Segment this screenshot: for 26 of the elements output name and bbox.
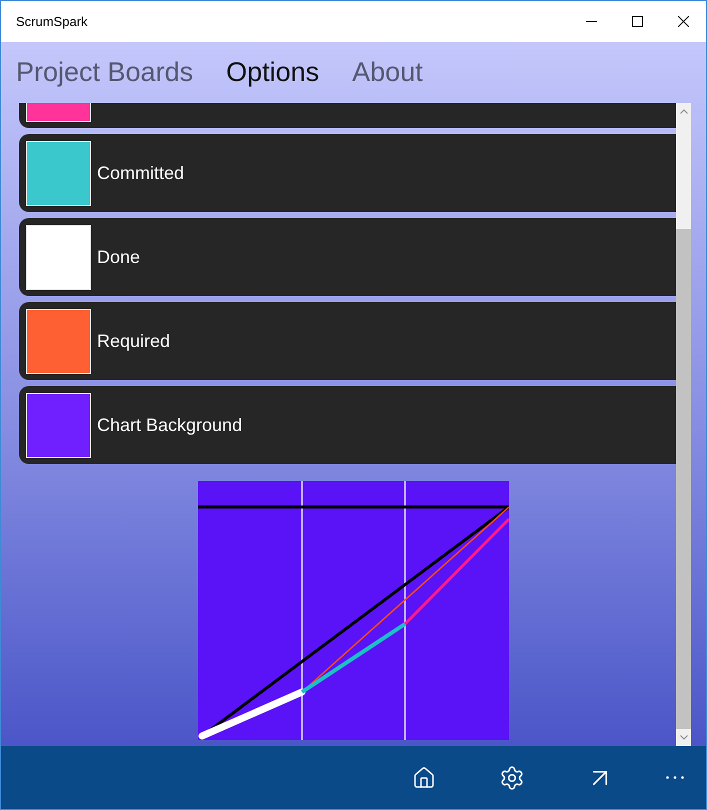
close-icon <box>678 16 688 27</box>
color-label: Done <box>97 246 140 268</box>
settings-icon <box>499 764 525 790</box>
color-swatch[interactable] <box>26 224 91 290</box>
minimize-icon <box>586 21 596 22</box>
scroll-down-icon[interactable] <box>680 735 688 740</box>
more-icon <box>666 776 684 779</box>
scrollbar[interactable] <box>676 103 691 746</box>
tab[interactable]: Project Boards <box>16 59 194 86</box>
color-swatch[interactable] <box>26 392 91 458</box>
color-setting-row[interactable]: Done <box>19 218 676 296</box>
scrollbar-thumb[interactable] <box>676 229 691 729</box>
window-title: ScrumSpark <box>16 12 88 31</box>
color-setting-row[interactable]: Committed <box>19 134 676 212</box>
maximize-icon <box>632 16 642 27</box>
color-label: Required <box>97 330 170 353</box>
color-setting-row[interactable]: Required <box>19 302 676 380</box>
color-label: Committed <box>97 162 184 184</box>
color-swatch[interactable] <box>26 308 91 374</box>
scroll-up-icon[interactable] <box>680 108 688 114</box>
home-icon <box>412 766 436 790</box>
tab[interactable]: Options <box>226 59 320 86</box>
tab[interactable]: About <box>352 59 423 86</box>
color-label: Chart Background <box>97 414 242 437</box>
color-swatch[interactable] <box>26 140 91 206</box>
color-setting-row[interactable]: Chart Background <box>19 386 676 464</box>
